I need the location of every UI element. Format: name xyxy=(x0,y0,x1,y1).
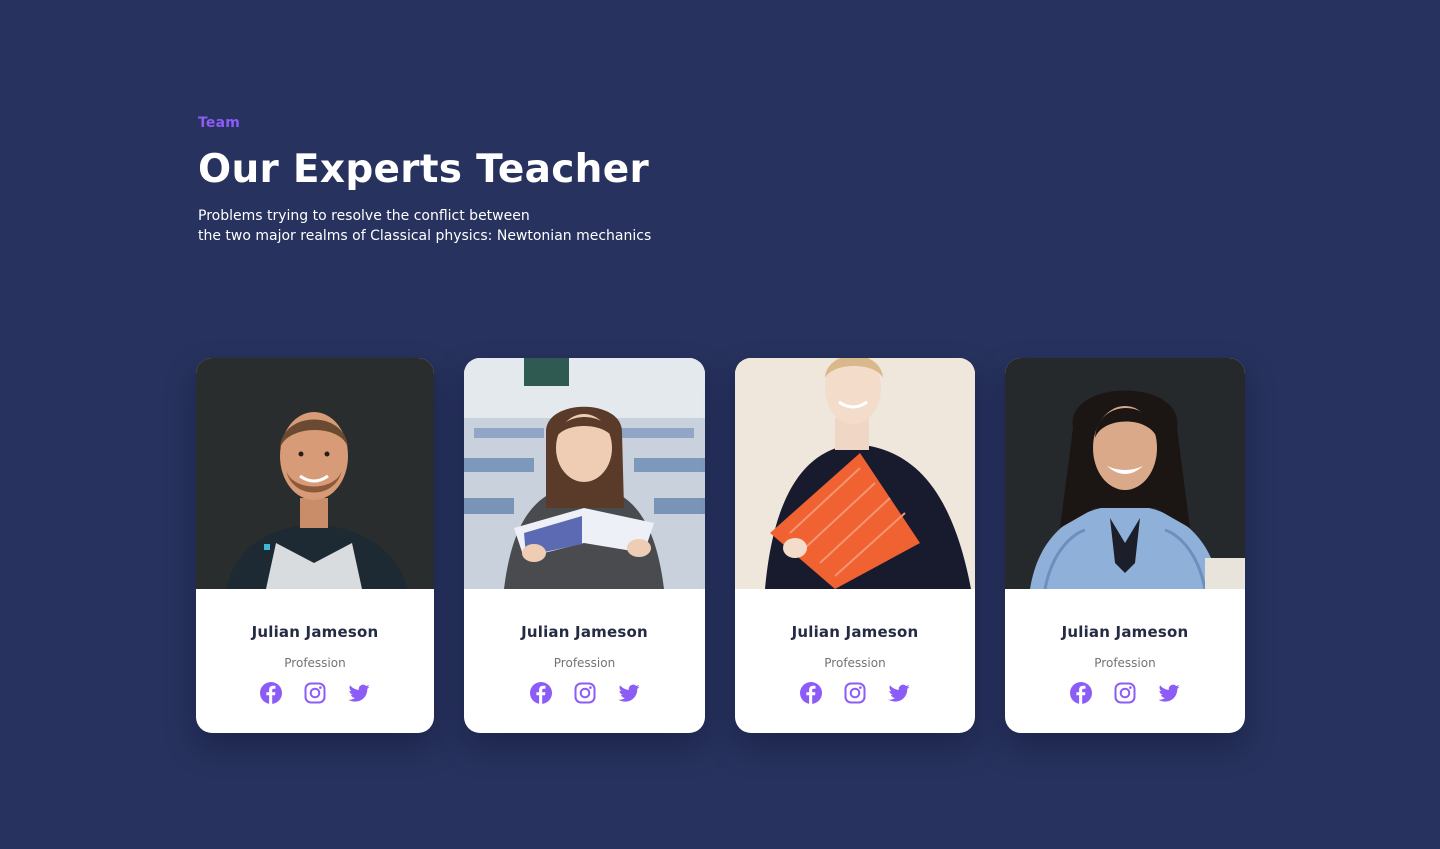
teacher-photo xyxy=(735,358,975,589)
teacher-profession: Profession xyxy=(1094,656,1156,670)
twitter-icon[interactable] xyxy=(347,681,371,705)
teacher-info: Julian Jameson Profession xyxy=(1005,589,1245,705)
facebook-icon[interactable] xyxy=(529,681,553,705)
subtitle-line-2: the two major realms of Classical physic… xyxy=(198,228,652,244)
teacher-name: Julian Jameson xyxy=(1061,623,1189,641)
section-eyebrow: Team xyxy=(198,115,241,131)
teacher-info: Julian Jameson Profession xyxy=(464,589,705,705)
facebook-icon[interactable] xyxy=(1069,681,1093,705)
section-subtitle: Problems trying to resolve the conflict … xyxy=(198,206,651,246)
teacher-card[interactable]: Julian Jameson Profession xyxy=(735,358,975,733)
teacher-profession: Profession xyxy=(553,656,616,670)
teacher-name: Julian Jameson xyxy=(791,623,919,641)
twitter-icon[interactable] xyxy=(1157,681,1181,705)
instagram-icon[interactable] xyxy=(303,681,327,705)
section-title: Our Experts Teacher xyxy=(198,147,650,192)
social-links xyxy=(196,681,434,705)
social-links xyxy=(1005,681,1245,705)
subtitle-line-1: Problems trying to resolve the conflict … xyxy=(198,208,530,224)
teacher-card[interactable]: Julian Jameson Profession xyxy=(1005,358,1245,733)
section-header: Team Our Experts Teacher Problems trying… xyxy=(198,115,651,246)
social-links xyxy=(464,681,705,705)
teacher-info: Julian Jameson Profession xyxy=(196,589,434,705)
twitter-icon[interactable] xyxy=(887,681,911,705)
teacher-photo xyxy=(196,358,434,589)
twitter-icon[interactable] xyxy=(617,681,641,705)
facebook-icon[interactable] xyxy=(259,681,283,705)
social-links xyxy=(735,681,975,705)
teacher-name: Julian Jameson xyxy=(521,623,648,641)
instagram-icon[interactable] xyxy=(1113,681,1137,705)
teacher-photo xyxy=(1005,358,1245,589)
teacher-card[interactable]: Julian Jameson Profession xyxy=(464,358,705,733)
instagram-icon[interactable] xyxy=(843,681,867,705)
teacher-name: Julian Jameson xyxy=(251,623,379,641)
teacher-profession: Profession xyxy=(824,656,886,670)
instagram-icon[interactable] xyxy=(573,681,597,705)
team-section: Team Our Experts Teacher Problems trying… xyxy=(0,0,1440,849)
teacher-card[interactable]: Julian Jameson Profession xyxy=(196,358,434,733)
teacher-profession: Profession xyxy=(284,656,346,670)
teacher-info: Julian Jameson Profession xyxy=(735,589,975,705)
facebook-icon[interactable] xyxy=(799,681,823,705)
teacher-photo xyxy=(464,358,705,589)
